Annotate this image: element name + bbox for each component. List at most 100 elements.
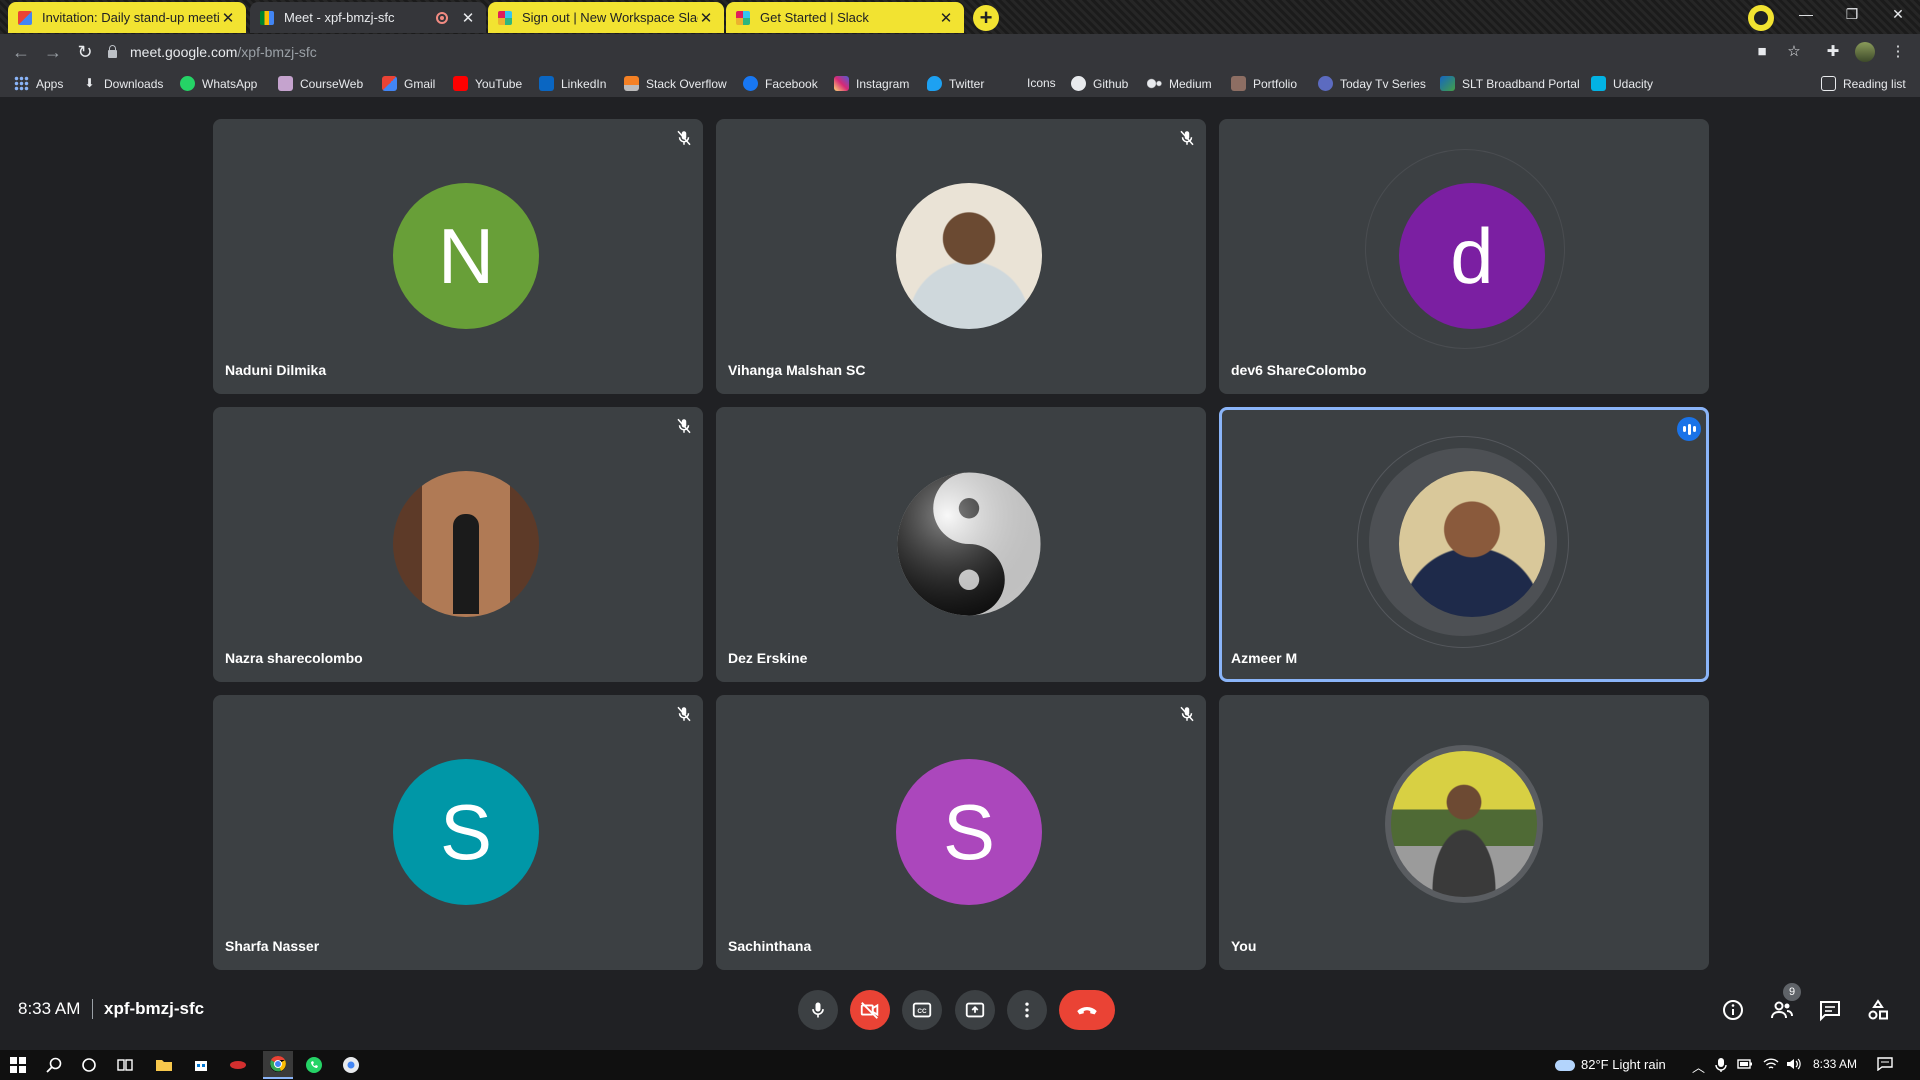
bookmark-portfolio[interactable]: Portfolio [1231,76,1297,91]
bookmark-instagram[interactable]: Instagram [834,76,909,91]
chat-icon [1820,1001,1840,1022]
closed-captions-icon: CC [912,1002,932,1018]
slack-icon [498,10,512,25]
participant-tile-active-speaker[interactable]: Azmeer M [1219,407,1709,682]
restore-button[interactable]: ❐ [1829,0,1875,30]
battery-icon[interactable] [1737,1057,1753,1074]
participant-tile[interactable]: S Sharfa Nasser [213,695,703,970]
store-icon[interactable] [189,1054,213,1076]
whatsapp-icon[interactable] [302,1054,326,1076]
meeting-details-button[interactable] [1720,997,1746,1023]
participant-tile[interactable]: N Naduni Dilmika [213,119,703,394]
bookmark-stackoverflow[interactable]: Stack Overflow [624,76,727,91]
bookmark-facebook[interactable]: Facebook [743,76,818,91]
people-count-badge: 9 [1783,983,1801,1001]
mic-icon [812,1002,824,1018]
bookmark-medium[interactable]: Medium [1147,76,1212,91]
lock-icon [108,45,117,58]
back-icon[interactable]: ← [10,41,32,63]
camera-icon[interactable]: ■ [1752,42,1772,62]
tab-meet[interactable]: Meet - xpf-bmzj-sfc ✕ [250,2,486,33]
avatar: N [393,183,539,329]
bookmark-icons[interactable]: Icons [1027,76,1056,90]
file-explorer-icon[interactable] [152,1054,176,1076]
participant-name: Nazra sharecolombo [225,650,363,666]
participant-tile[interactable]: Nazra sharecolombo [213,407,703,682]
download-icon: ⬇ [84,76,95,90]
minimize-button[interactable]: — [1783,0,1829,30]
bookmark-tvseries[interactable]: Today Tv Series [1318,76,1426,91]
wifi-icon[interactable] [1763,1057,1779,1074]
close-window-button[interactable]: ✕ [1875,0,1920,30]
tab-gmail-invitation[interactable]: Invitation: Daily stand-up meetin ✕ [8,2,246,33]
tray-overflow-icon[interactable]: ︿ [1692,1057,1705,1076]
gmail-icon [382,76,397,91]
close-icon[interactable]: ✕ [460,9,476,27]
mic-off-icon [1180,706,1194,722]
cortana-icon[interactable] [77,1054,101,1076]
bookmark-downloads[interactable]: ⬇ Downloads [82,76,163,91]
bookmark-udacity[interactable]: Udacity [1591,76,1653,91]
close-icon[interactable]: ✕ [220,9,236,27]
bookmark-youtube[interactable]: YouTube [453,76,522,91]
forward-icon[interactable]: → [42,41,64,63]
camera-off-icon [860,1002,879,1019]
bookmark-github[interactable]: Github [1071,76,1128,91]
mic-off-icon [677,706,691,722]
participant-tile-self[interactable]: You [1219,695,1709,970]
reload-icon[interactable]: ↻ [74,41,96,63]
search-icon[interactable] [42,1054,66,1076]
volume-icon[interactable] [1786,1057,1802,1074]
windows-start-icon[interactable] [6,1054,30,1076]
participant-tile[interactable]: Dez Erskine [716,407,1206,682]
bookmark-courseweb[interactable]: CourseWeb [278,76,363,91]
avatar: S [896,759,1042,905]
chat-button[interactable] [1817,997,1843,1023]
task-view-icon[interactable] [113,1054,137,1076]
mic-button[interactable] [798,990,838,1030]
bookmark-apps[interactable]: Apps [14,76,63,91]
notifications-icon[interactable] [1877,1057,1893,1074]
participant-tile[interactable]: d dev6 ShareColombo [1219,119,1709,394]
reading-list-button[interactable]: Reading list [1821,76,1906,91]
windows-taskbar: 82°F Light rain ︿ 8:33 AM [0,1050,1920,1080]
bookmark-whatsapp[interactable]: WhatsApp [180,76,257,91]
tab-slack-signout[interactable]: Sign out | New Workspace Slack ✕ [488,2,724,33]
leave-call-button[interactable] [1059,990,1115,1030]
facebook-icon [743,76,758,91]
bookmark-star-icon[interactable]: ☆ [1784,42,1804,62]
mic-off-icon [677,418,691,434]
participant-tile[interactable]: Vihanga Malshan SC [716,119,1206,394]
new-tab-button[interactable]: + [973,5,999,31]
profile-avatar[interactable] [1855,42,1875,62]
chrome-beta-icon[interactable] [339,1054,363,1076]
tab-search-icon[interactable] [1748,5,1774,31]
app-red-icon[interactable] [226,1054,250,1076]
udacity-icon [1591,76,1606,91]
more-options-button[interactable] [1007,990,1047,1030]
bookmark-slt[interactable]: SLT Broadband Portal [1440,76,1580,91]
avatar: d [1399,183,1545,329]
bookmark-twitter[interactable]: Twitter [927,76,984,91]
meet-icon [260,10,274,25]
mic-tray-icon[interactable] [1715,1057,1727,1076]
extensions-icon[interactable]: ✚ [1823,42,1843,62]
bookmark-gmail[interactable]: Gmail [382,76,435,91]
close-icon[interactable]: ✕ [938,9,954,27]
bookmark-linkedin[interactable]: LinkedIn [539,76,606,91]
address-bar[interactable]: meet.google.com /xpf-bmzj-sfc [108,39,1808,65]
chrome-icon[interactable] [263,1051,293,1079]
close-icon[interactable]: ✕ [698,9,714,27]
captions-button[interactable]: CC [902,990,942,1030]
camera-off-button[interactable] [850,990,890,1030]
tab-slack-getstarted[interactable]: Get Started | Slack ✕ [726,2,964,33]
present-screen-button[interactable] [955,990,995,1030]
activities-icon [1868,999,1888,1020]
avatar-photo [1391,751,1537,897]
weather-widget[interactable]: 82°F Light rain [1555,1057,1666,1072]
taskbar-clock[interactable]: 8:33 AM [1813,1057,1857,1071]
activities-button[interactable] [1865,997,1891,1023]
menu-kebab-icon[interactable]: ⋮ [1888,42,1908,62]
participant-tile[interactable]: S Sachinthana [716,695,1206,970]
participant-name: You [1231,938,1257,954]
